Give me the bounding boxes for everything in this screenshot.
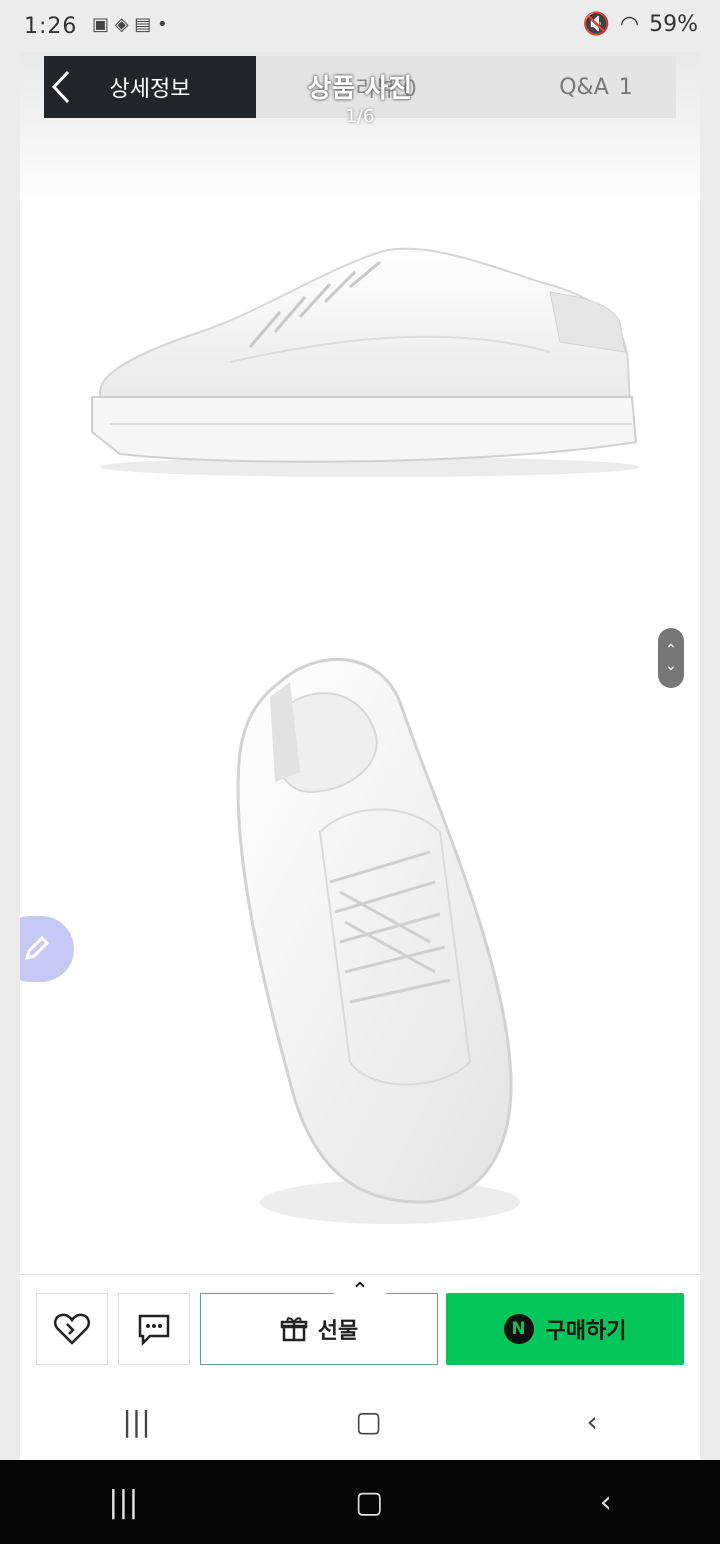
gift-label: 선물 <box>317 1319 359 1344</box>
scroll-up-glyph: ⌃ <box>665 642 677 658</box>
status-time: 1:26 <box>24 14 78 39</box>
recent-apps-icon[interactable]: ||| <box>108 1485 138 1520</box>
home-icon[interactable]: ▢ <box>355 1485 383 1520</box>
home-icon[interactable]: ▢ <box>355 1405 381 1438</box>
back-icon[interactable]: ‹ <box>600 1485 612 1520</box>
buy-button[interactable]: N 구매하기 <box>446 1293 684 1365</box>
gift-button[interactable]: 선물 <box>200 1293 438 1365</box>
scroll-up-down-icon[interactable]: ⌃ ⌄ <box>658 628 684 688</box>
buy-label: 구매하기 <box>545 1319 627 1344</box>
npay-icon: N <box>503 1314 534 1344</box>
like-button[interactable] <box>36 1293 108 1365</box>
gift-icon <box>280 1317 307 1342</box>
status-right: 🔇 ◠ 59% <box>582 12 698 37</box>
chat-bubble-icon <box>138 1314 170 1346</box>
viewer-title: 상품 사진 <box>307 74 413 104</box>
system-navigation-bar: ||| ▢ ‹ <box>0 1460 720 1544</box>
product-image-side-view[interactable] <box>80 202 640 492</box>
wifi-icon: ◠ <box>619 12 640 37</box>
inner-navigation-bar: ||| ▢ ‹ <box>20 1382 700 1460</box>
pencil-icon <box>24 935 50 961</box>
talk-button[interactable] <box>118 1293 190 1365</box>
image-counter: 1/6 <box>345 106 375 127</box>
status-bar: 1:26 ▣ ◈ ▤ • 🔇 ◠ 59% <box>0 0 720 56</box>
mute-icon: 🔇 <box>582 12 610 37</box>
notification-icons: ▣ ◈ ▤ • <box>92 14 168 35</box>
heart-icon <box>53 1313 91 1345</box>
edit-floating-button[interactable] <box>20 916 74 982</box>
product-image-top-view[interactable] <box>200 642 540 1242</box>
battery-level: 59% <box>649 12 698 37</box>
recent-apps-icon[interactable]: ||| <box>122 1405 150 1438</box>
purchase-action-bar: 선물 ⌃ N 구매하기 <box>20 1274 700 1374</box>
scroll-down-glyph: ⌄ <box>665 658 677 674</box>
product-photo-viewer: 상세정보 리뷰 0 Q&A 1 상품 사진 1/6 ⌃ ⌄ 선물 ⌃ N 구매하… <box>20 52 700 1460</box>
back-icon[interactable]: ‹ <box>586 1405 597 1438</box>
chevron-up-icon: ⌃ <box>350 1279 370 1304</box>
scroll-top-button[interactable]: ⌃ <box>332 1275 388 1317</box>
